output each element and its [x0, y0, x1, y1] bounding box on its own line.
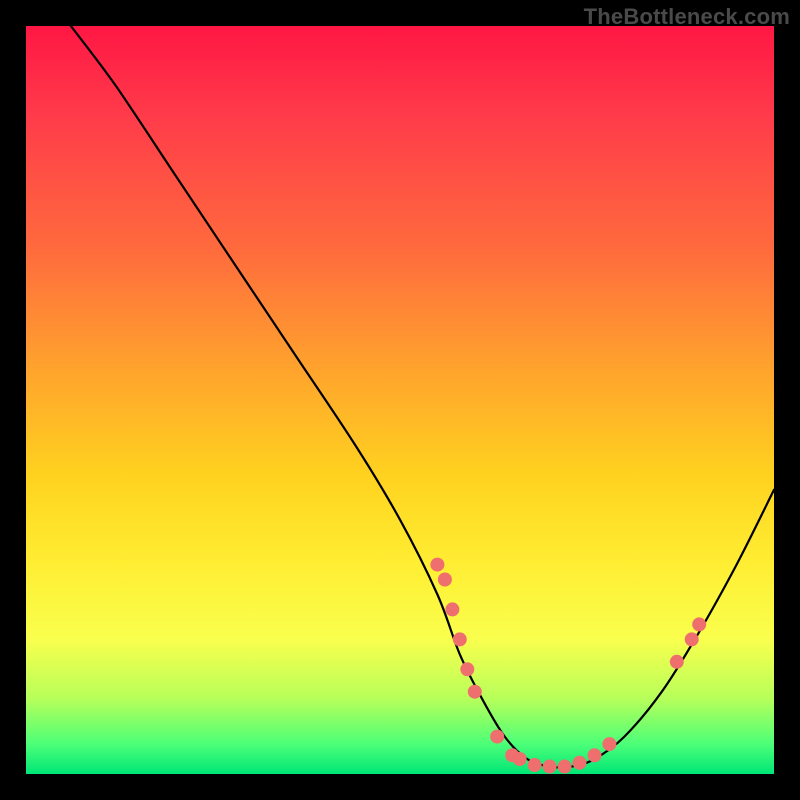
- highlight-point: [573, 756, 587, 770]
- highlight-point: [453, 632, 467, 646]
- highlight-point: [490, 730, 504, 744]
- highlight-point: [445, 602, 459, 616]
- bottleneck-curve: [71, 26, 774, 767]
- chart-frame: [26, 26, 774, 774]
- highlight-point: [685, 632, 699, 646]
- highlight-points-group: [430, 558, 706, 774]
- highlight-point: [438, 573, 452, 587]
- highlight-point: [460, 662, 474, 676]
- highlight-point: [670, 655, 684, 669]
- highlight-point: [692, 617, 706, 631]
- highlight-point: [543, 760, 557, 774]
- highlight-point: [558, 760, 572, 774]
- chart-overlay-svg: [26, 26, 774, 774]
- highlight-point: [430, 558, 444, 572]
- highlight-point: [513, 752, 527, 766]
- highlight-point: [602, 737, 616, 751]
- highlight-point: [528, 758, 542, 772]
- highlight-point: [468, 685, 482, 699]
- highlight-point: [588, 748, 602, 762]
